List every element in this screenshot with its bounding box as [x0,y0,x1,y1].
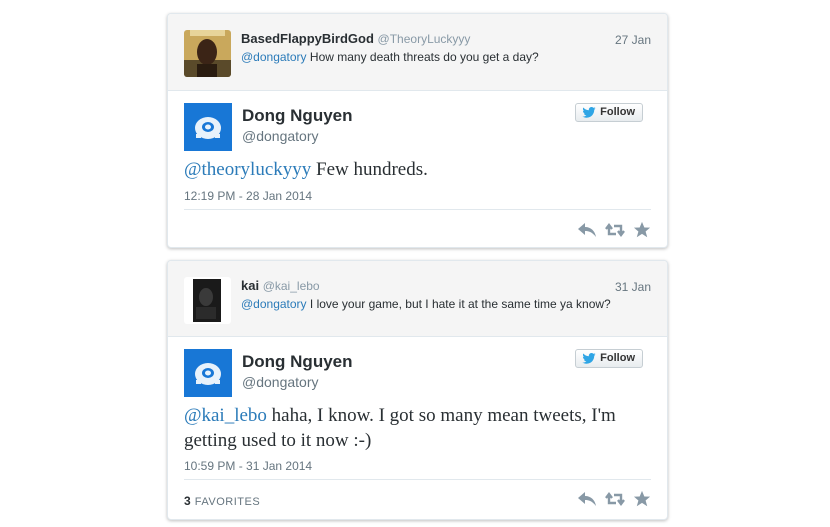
author-handle[interactable]: @dongatory [242,128,318,144]
user-avatar[interactable] [184,277,231,324]
reply-author-name[interactable]: kai [241,278,259,293]
favorites-count[interactable]: 3 FAVORITES [184,494,260,508]
reply-body: How many death threats do you get a day? [306,50,539,64]
reply-icon[interactable] [577,221,597,239]
follow-label: Follow [600,106,635,118]
retweet-icon[interactable] [605,221,625,239]
tweet-body: Few hundreds. [311,159,428,180]
reply-author-handle[interactable]: @kai_lebo [263,279,320,293]
author-name[interactable]: Dong Nguyen [242,352,353,372]
in-reply-to-tweet[interactable]: BasedFlappyBirdGod @TheoryLuckyyy 27 Jan… [168,14,667,91]
mention-link[interactable]: @dongatory [241,297,307,311]
tweet-actions [577,221,653,239]
tweet-text: @kai_lebo haha, I know. I got so many me… [184,403,654,453]
tweet-actions [577,490,653,508]
embedded-tweet-card: BasedFlappyBirdGod @TheoryLuckyyy 27 Jan… [167,13,668,248]
reply-author-name[interactable]: BasedFlappyBirdGod [241,31,374,46]
flappy-bird-avatar-icon [184,103,232,151]
twitter-bird-icon [582,107,596,118]
divider [184,209,651,210]
reply-text: @dongatory How many death threats do you… [241,50,539,64]
tweet-timestamp[interactable]: 10:59 PM - 31 Jan 2014 [184,459,312,473]
reply-icon[interactable] [577,490,597,508]
in-reply-to-tweet[interactable]: kai @kai_lebo 31 Jan @dongatory I love y… [168,261,667,337]
retweet-icon[interactable] [605,490,625,508]
favorites-label: FAVORITES [194,496,261,508]
mention-link[interactable]: @kai_lebo [184,405,267,426]
author-name[interactable]: Dong Nguyen [242,106,353,126]
reply-date[interactable]: 31 Jan [615,280,651,294]
reply-date[interactable]: 27 Jan [615,33,651,47]
follow-label: Follow [600,352,635,364]
favorites-number: 3 [184,494,192,508]
mention-link[interactable]: @theoryluckyyy [184,159,311,180]
reply-body: I love your game, but I hate it at the s… [306,297,611,311]
user-avatar[interactable] [184,30,231,77]
follow-button[interactable]: Follow [575,103,643,122]
tweet-text: @theoryluckyyy Few hundreds. [184,157,654,182]
twitter-bird-icon [582,353,596,364]
follow-button[interactable]: Follow [575,349,643,368]
divider [184,479,651,480]
reply-author-handle[interactable]: @TheoryLuckyyy [378,32,471,46]
favorite-star-icon[interactable] [633,490,653,508]
flappy-bird-avatar-icon [184,349,232,397]
embedded-tweet-card: kai @kai_lebo 31 Jan @dongatory I love y… [167,260,668,520]
tweet-timestamp[interactable]: 12:19 PM - 28 Jan 2014 [184,189,312,203]
user-avatar[interactable] [184,349,232,397]
reply-text: @dongatory I love your game, but I hate … [241,297,611,311]
favorite-star-icon[interactable] [633,221,653,239]
user-avatar[interactable] [184,103,232,151]
author-handle[interactable]: @dongatory [242,374,318,390]
mention-link[interactable]: @dongatory [241,50,307,64]
